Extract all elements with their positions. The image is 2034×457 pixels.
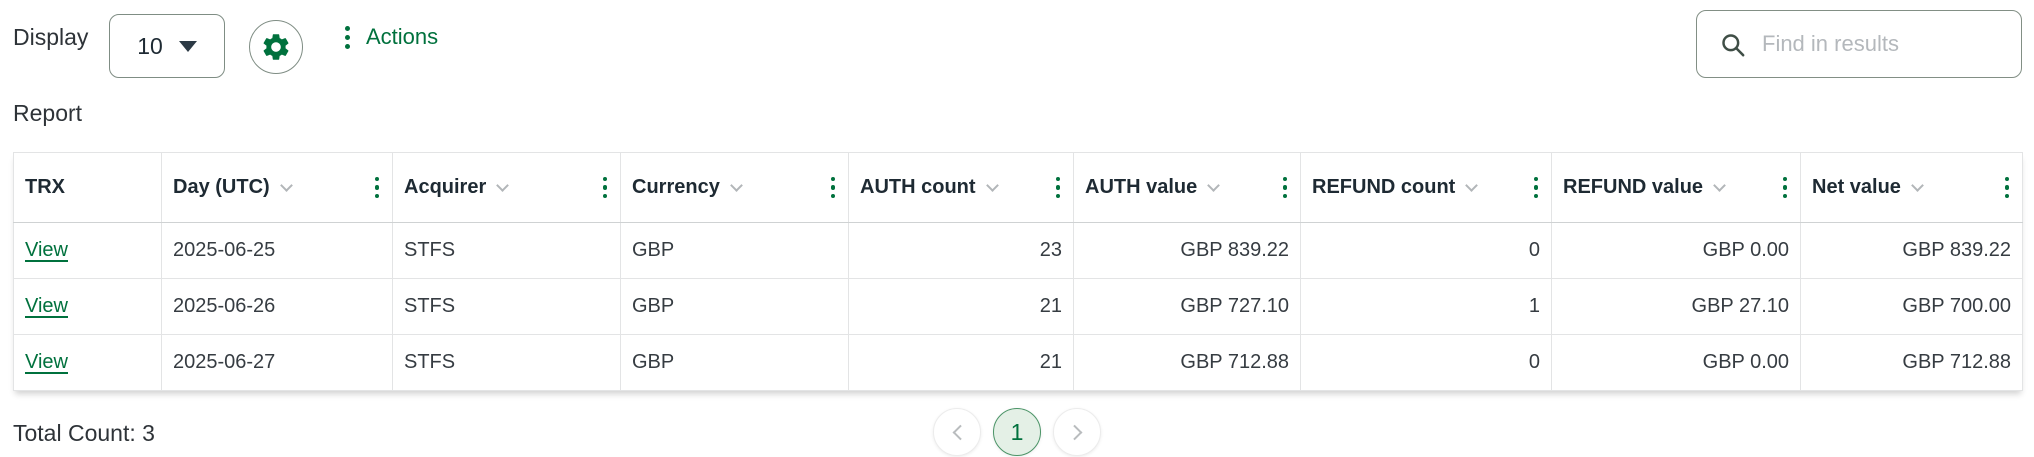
column-menu-icon[interactable] <box>1783 177 1788 199</box>
sort-chevron-icon <box>730 179 743 192</box>
sort-chevron-icon <box>1207 179 1220 192</box>
column-menu-icon[interactable] <box>603 177 608 199</box>
chevron-right-icon <box>1066 424 1082 440</box>
sort-chevron-icon <box>1713 179 1726 192</box>
column-header-day-utc[interactable]: Day (UTC) <box>162 153 393 223</box>
column-menu-icon[interactable] <box>375 177 380 199</box>
sort-chevron-icon <box>986 179 999 192</box>
search-input[interactable] <box>1762 31 2005 57</box>
net-value-cell: GBP 700.00 <box>1801 279 2023 335</box>
settings-button[interactable] <box>249 20 303 74</box>
auth-count-cell: 23 <box>849 223 1074 279</box>
sort-chevron-icon <box>1911 179 1924 192</box>
column-header-acquirer[interactable]: Acquirer <box>393 153 621 223</box>
pagination: 1 <box>933 408 1101 456</box>
currency-cell: GBP <box>621 279 849 335</box>
refund-value-cell: GBP 0.00 <box>1552 335 1801 391</box>
kebab-icon <box>345 26 350 49</box>
report-results-page: Display 10 Actions Report TRX <box>0 0 2034 457</box>
view-link[interactable]: View <box>25 295 68 317</box>
refund-count-cell: 0 <box>1301 223 1552 279</box>
column-menu-icon[interactable] <box>2005 177 2010 199</box>
page-1-button[interactable]: 1 <box>993 408 1041 456</box>
total-count-label: Total Count: 3 <box>13 420 155 447</box>
day-cell: 2025-06-26 <box>162 279 393 335</box>
refund-value-cell: GBP 27.10 <box>1552 279 1801 335</box>
refund-count-cell: 0 <box>1301 335 1552 391</box>
net-value-cell: GBP 712.88 <box>1801 335 2023 391</box>
day-cell: 2025-06-27 <box>162 335 393 391</box>
auth-value-cell: GBP 839.22 <box>1074 223 1301 279</box>
day-cell: 2025-06-25 <box>162 223 393 279</box>
column-menu-icon[interactable] <box>1534 177 1539 199</box>
column-header-refund-count[interactable]: REFUND count <box>1301 153 1552 223</box>
auth-count-cell: 21 <box>849 335 1074 391</box>
column-header-auth-value[interactable]: AUTH value <box>1074 153 1301 223</box>
auth-value-cell: GBP 727.10 <box>1074 279 1301 335</box>
sort-chevron-icon <box>1465 179 1478 192</box>
table-row: View 2025-06-26 STFS GBP 21 GBP 727.10 1… <box>14 279 2023 335</box>
refund-count-cell: 1 <box>1301 279 1552 335</box>
currency-cell: GBP <box>621 335 849 391</box>
header-row: TRX Day (UTC) Acquirer <box>14 153 2023 223</box>
actions-label: Actions <box>366 24 438 50</box>
report-table: TRX Day (UTC) Acquirer <box>13 152 2023 391</box>
previous-page-button[interactable] <box>933 408 981 456</box>
net-value-cell: GBP 839.22 <box>1801 223 2023 279</box>
sort-chevron-icon <box>280 179 293 192</box>
currency-cell: GBP <box>621 223 849 279</box>
view-link[interactable]: View <box>25 239 68 261</box>
column-menu-icon[interactable] <box>1283 177 1288 199</box>
table-row: View 2025-06-27 STFS GBP 21 GBP 712.88 0… <box>14 335 2023 391</box>
display-label: Display <box>13 24 88 51</box>
column-header-trx: TRX <box>14 153 162 223</box>
column-header-net-value[interactable]: Net value <box>1801 153 2023 223</box>
next-page-button[interactable] <box>1053 408 1101 456</box>
auth-value-cell: GBP 712.88 <box>1074 335 1301 391</box>
acquirer-cell: STFS <box>393 223 621 279</box>
actions-menu[interactable]: Actions <box>345 24 438 50</box>
view-link[interactable]: View <box>25 351 68 373</box>
column-header-currency[interactable]: Currency <box>621 153 849 223</box>
refund-value-cell: GBP 0.00 <box>1552 223 1801 279</box>
report-title: Report <box>13 100 82 127</box>
find-in-results-search[interactable] <box>1696 10 2022 78</box>
auth-count-cell: 21 <box>849 279 1074 335</box>
page-size-dropdown[interactable]: 10 <box>109 14 225 78</box>
chevron-left-icon <box>952 424 968 440</box>
acquirer-cell: STFS <box>393 279 621 335</box>
page-size-value: 10 <box>137 33 163 60</box>
caret-down-icon <box>179 41 197 52</box>
acquirer-cell: STFS <box>393 335 621 391</box>
search-icon <box>1719 31 1746 58</box>
column-header-refund-value[interactable]: REFUND value <box>1552 153 1801 223</box>
gear-icon <box>260 31 292 63</box>
sort-chevron-icon <box>496 179 509 192</box>
column-menu-icon[interactable] <box>831 177 836 199</box>
table-row: View 2025-06-25 STFS GBP 23 GBP 839.22 0… <box>14 223 2023 279</box>
column-menu-icon[interactable] <box>1056 177 1061 199</box>
column-header-auth-count[interactable]: AUTH count <box>849 153 1074 223</box>
